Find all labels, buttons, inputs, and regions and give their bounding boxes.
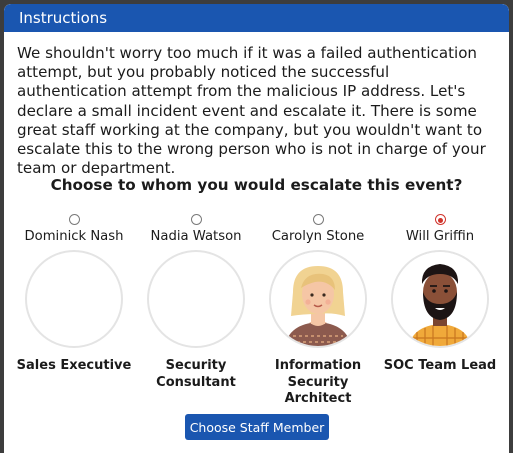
radio-button[interactable] (68, 214, 80, 225)
instructions-window: Instructions We shouldn't worry too much… (4, 4, 509, 453)
choose-staff-member-button[interactable]: Choose Staff Member (185, 414, 329, 440)
staff-option-carolyn-stone[interactable]: Carolyn Stone Information Security Archi… (258, 214, 378, 408)
radio-button-selected[interactable] (434, 214, 446, 225)
staff-name: Dominick Nash (24, 229, 124, 244)
staff-option-dominick-nash[interactable]: Dominick Nash Sales Executive (14, 214, 134, 375)
escalation-question: Choose to whom you would escalate this e… (50, 176, 463, 194)
staff-role: Information Security Architect (274, 358, 362, 406)
instructions-text: We shouldn't worry too much if it was a … (17, 44, 486, 178)
radio-button[interactable] (312, 214, 324, 225)
staff-name: Carolyn Stone (271, 229, 365, 244)
staff-role: SOC Team Lead (383, 358, 497, 373)
staff-role: Security Consultant (156, 358, 236, 390)
radio-button[interactable] (190, 214, 202, 225)
staff-name: Will Griffin (405, 229, 475, 244)
staff-option-nadia-watson[interactable]: Nadia Watson Security Consultant (136, 214, 256, 391)
staff-option-will-griffin[interactable]: Will Griffin SOC Team Lead (380, 214, 500, 375)
avatar-carolyn-stone[interactable] (269, 250, 367, 348)
avatar-placeholder[interactable] (147, 250, 245, 348)
avatar-will-griffin[interactable] (391, 250, 489, 348)
staff-name: Nadia Watson (150, 229, 242, 244)
window-title: Instructions (4, 4, 509, 32)
avatar-placeholder[interactable] (25, 250, 123, 348)
staff-role: Sales Executive (16, 358, 132, 373)
